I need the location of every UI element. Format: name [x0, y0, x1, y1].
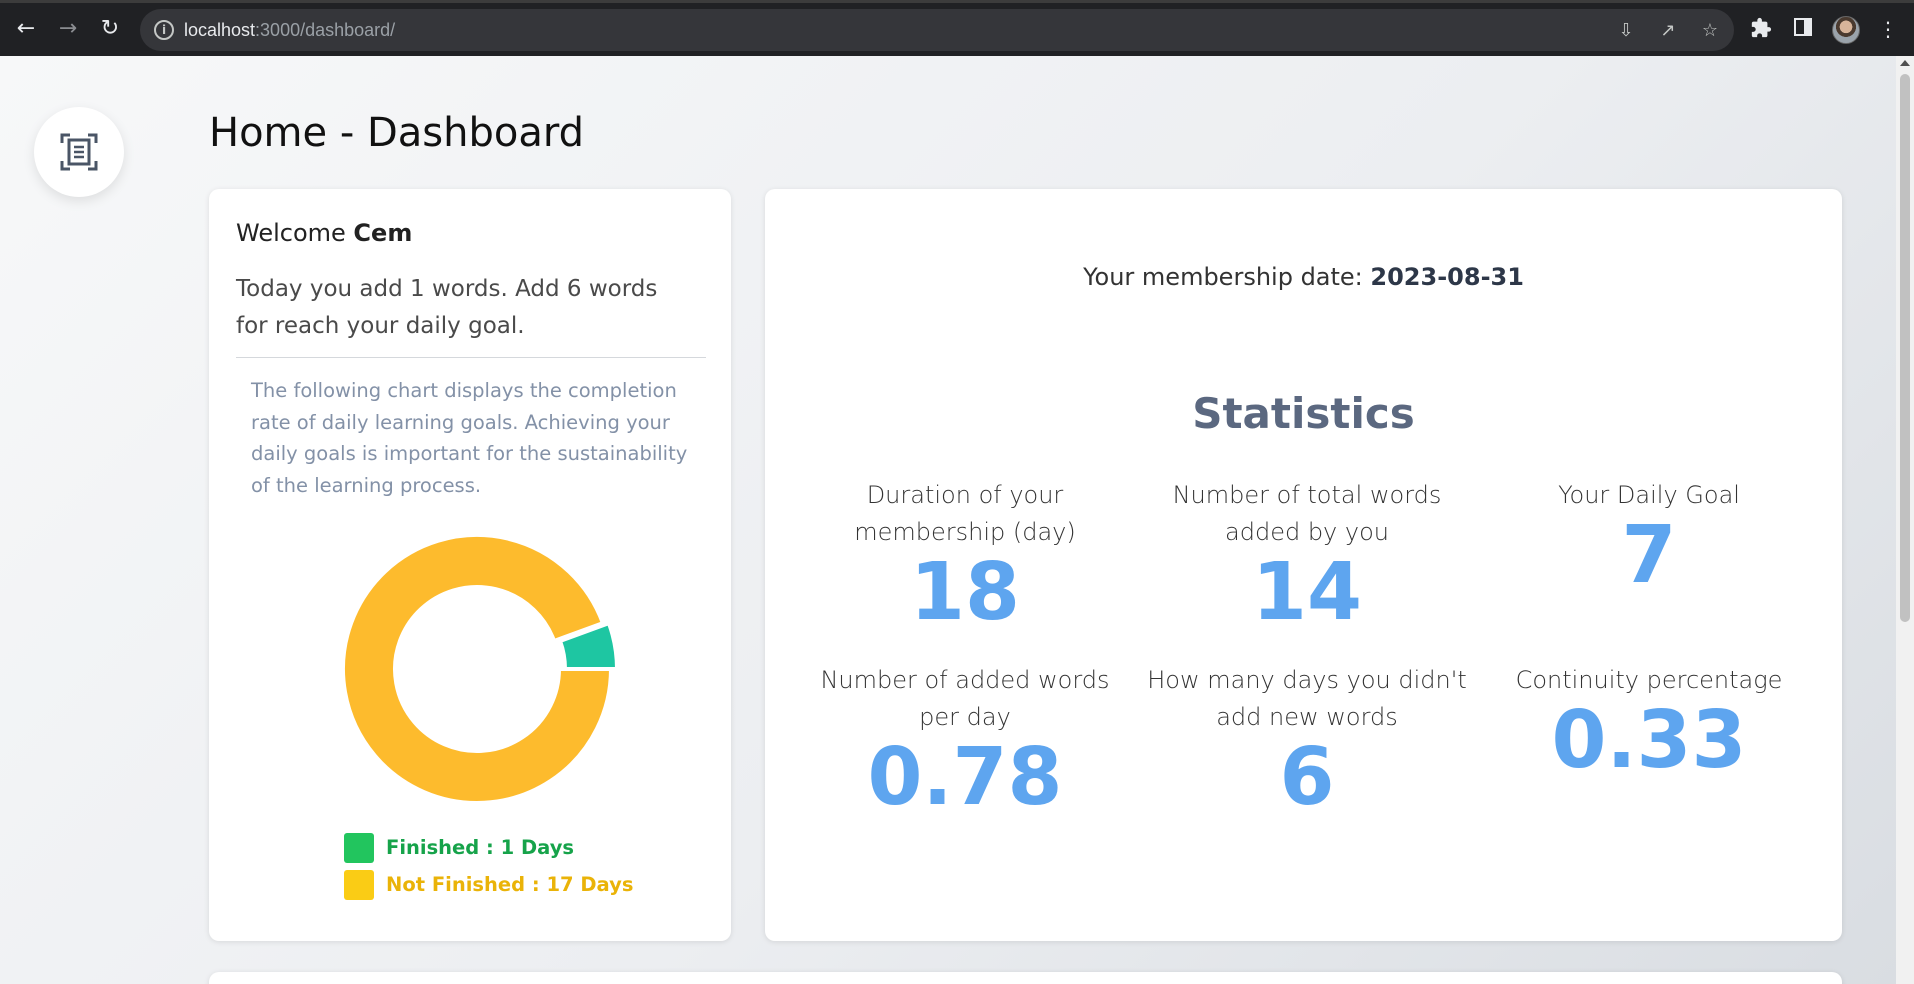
legend-label-finished: Finished : 1 Days	[386, 836, 575, 859]
page-content: Home - Dashboard Welcome Cem Today you a…	[0, 56, 1896, 984]
statistics-title: Statistics	[1192, 389, 1415, 438]
stat-membership-duration: Duration of your membership (day) 18	[805, 477, 1125, 633]
stat-daily-goal: Your Daily Goal 7	[1489, 477, 1809, 596]
daily-goal-card: Welcome Cem Today you add 1 words. Add 6…	[209, 189, 731, 941]
membership-date-label: Your membership date:	[1083, 263, 1363, 291]
stat-value: 14	[1252, 546, 1362, 638]
url-text[interactable]: localhost:3000/dashboard/	[184, 20, 395, 41]
page-title: Home - Dashboard	[209, 110, 584, 156]
stat-label: Number of added words per day	[820, 666, 1110, 731]
stat-label: Number of total words added by you	[1172, 481, 1442, 546]
side-panel-icon[interactable]	[1791, 17, 1815, 41]
legend-swatch-finished	[344, 833, 374, 863]
extensions-icon[interactable]	[1749, 17, 1773, 41]
profile-avatar[interactable]	[1832, 16, 1860, 44]
app-logo-button[interactable]	[34, 107, 124, 197]
document-scan-icon	[60, 133, 98, 171]
stat-value: 18	[910, 546, 1020, 638]
stat-continuity-percentage: Continuity percentage 0.33	[1489, 662, 1809, 781]
stat-words-per-day: Number of added words per day 0.78	[805, 662, 1125, 818]
menu-icon[interactable]: ⋮	[1876, 17, 1900, 41]
browser-toolbar: ← → ↻ i localhost:3000/dashboard/ ⇩ ↗ ☆ …	[0, 0, 1914, 56]
scrollbar-thumb[interactable]	[1900, 74, 1910, 622]
chart-description: The following chart displays the complet…	[251, 379, 688, 497]
welcome-greeting: Welcome	[236, 219, 346, 247]
goal-completion-doughnut-chart	[341, 533, 617, 805]
divider	[236, 357, 706, 358]
stat-value: 0.33	[1551, 694, 1747, 786]
welcome-username: Cem	[353, 219, 413, 247]
star-icon[interactable]: ☆	[1699, 20, 1721, 42]
stat-value: 6	[1279, 731, 1335, 823]
membership-date-value: 2023-08-31	[1370, 263, 1524, 291]
back-arrow-icon[interactable]: ←	[14, 17, 38, 41]
stat-total-words: Number of total words added by you 14	[1147, 477, 1467, 633]
reload-icon[interactable]: ↻	[98, 17, 122, 41]
next-card	[209, 972, 1842, 984]
url-host: localhost	[184, 20, 256, 40]
doughnut-slice-not-finished[interactable]	[341, 533, 614, 805]
welcome-text: Welcome Cem	[236, 219, 412, 247]
membership-date: Your membership date: 2023-08-31	[765, 263, 1842, 291]
legend-label-not-finished: Not Finished : 17 Days	[386, 873, 634, 896]
page-scrollbar[interactable]	[1896, 56, 1914, 984]
scroll-up-arrow-icon[interactable]	[1900, 60, 1910, 66]
stat-label: How many days you didn't add new words	[1147, 666, 1467, 731]
legend-swatch-not-finished	[344, 870, 374, 900]
today-progress-text: Today you add 1 words. Add 6 words for r…	[236, 276, 658, 339]
share-icon[interactable]: ↗	[1657, 20, 1679, 42]
url-path: :3000/dashboard/	[255, 20, 396, 40]
stat-label: Duration of your membership (day)	[854, 481, 1076, 546]
stat-value: 7	[1621, 509, 1677, 601]
stat-days-without-words: How many days you didn't add new words 6	[1147, 662, 1467, 818]
address-bar[interactable]: i localhost:3000/dashboard/ ⇩ ↗ ☆	[140, 9, 1734, 51]
statistics-card: Your membership date: 2023-08-31 Statist…	[765, 189, 1842, 941]
install-icon[interactable]: ⇩	[1615, 20, 1637, 42]
info-icon[interactable]: i	[154, 20, 174, 40]
forward-arrow-icon[interactable]: →	[56, 17, 80, 41]
stat-value: 0.78	[867, 731, 1063, 823]
